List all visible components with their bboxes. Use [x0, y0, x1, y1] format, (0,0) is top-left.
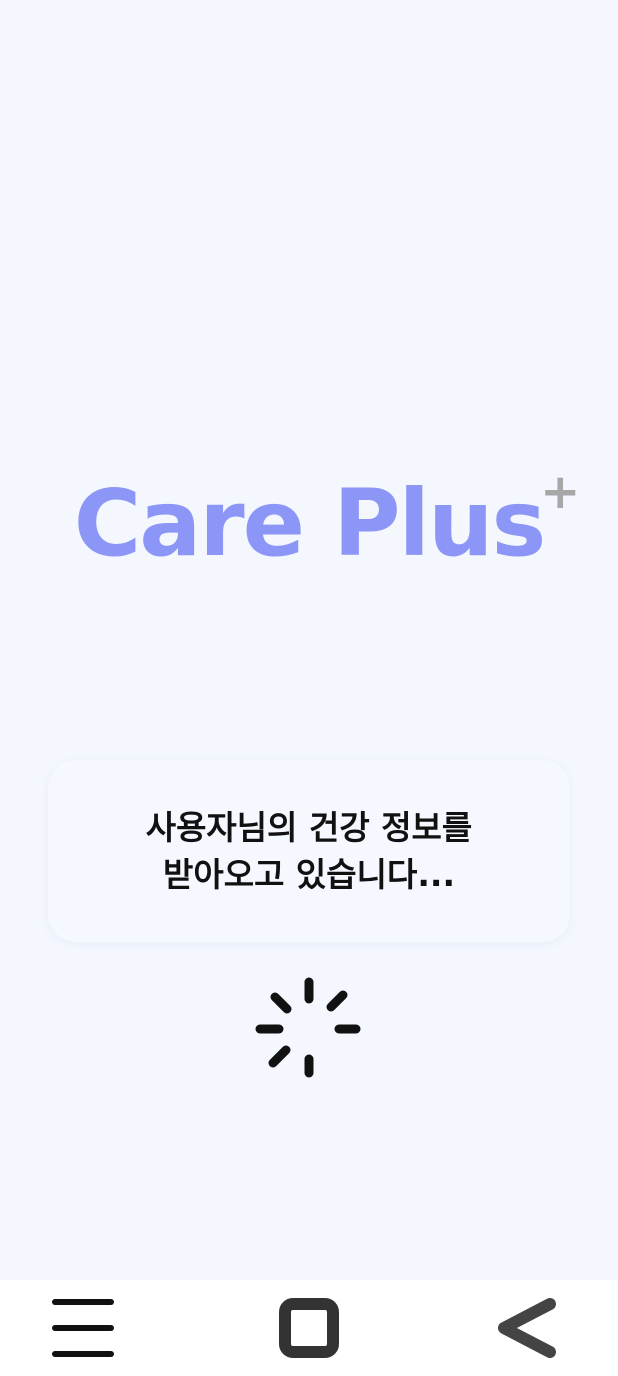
loading-spinner-icon: [255, 977, 361, 1078]
loading-screen: Care Plus + 사용자님의 건강 정보를 받아오고 있습니다...: [0, 0, 618, 1280]
back-chevron-icon[interactable]: [486, 1294, 566, 1366]
logo-wordmark: Care Plus +: [74, 468, 581, 570]
menu-icon[interactable]: [43, 1294, 123, 1366]
app-logo: Care Plus +: [0, 468, 618, 570]
loading-message-card: 사용자님의 건강 정보를 받아오고 있습니다...: [48, 760, 570, 942]
loading-message: 사용자님의 건강 정보를 받아오고 있습니다...: [48, 804, 570, 898]
spinner-spoke: [326, 990, 348, 1012]
loading-message-line-2: 받아오고 있습니다...: [163, 855, 455, 894]
square-icon[interactable]: [269, 1294, 349, 1366]
logo-plus-mark: +: [540, 464, 580, 520]
spinner-spoke: [270, 992, 292, 1014]
spinner-spoke: [268, 1045, 291, 1068]
loading-message-line-1: 사용자님의 건강 정보를: [145, 808, 473, 847]
logo-text: Care Plus: [73, 470, 547, 577]
